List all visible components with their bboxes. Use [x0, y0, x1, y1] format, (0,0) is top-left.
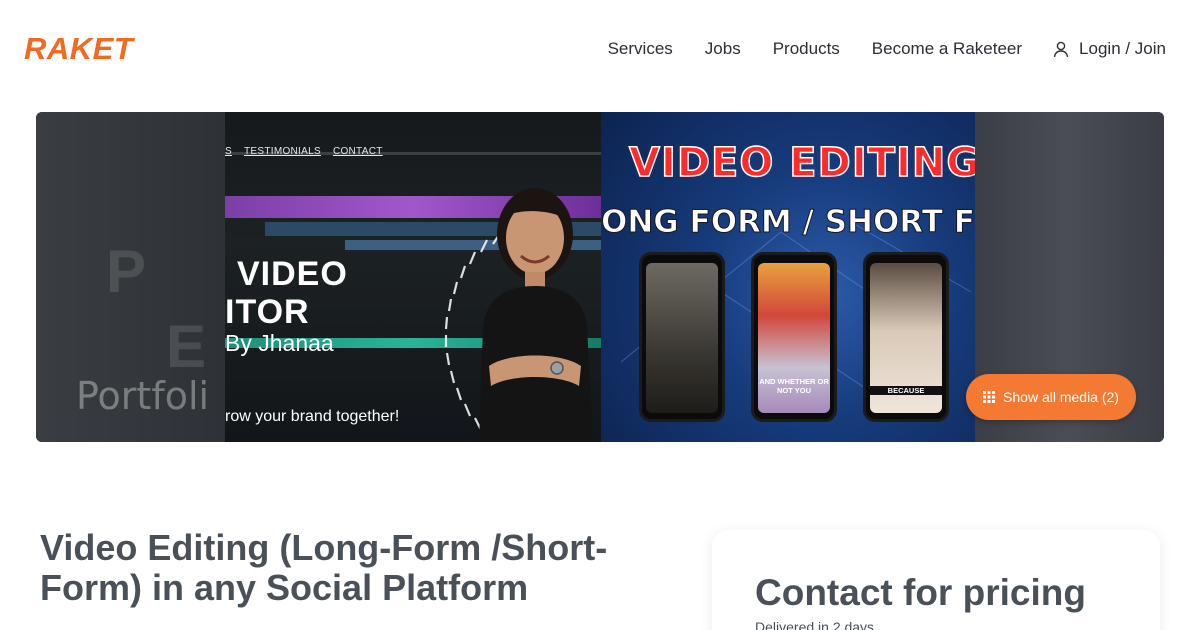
editor-photo — [479, 188, 593, 442]
faded-portfolio-text: Portfoli — [76, 374, 210, 418]
portfolio-nav-item: CONTACT — [332, 146, 383, 157]
logo-text: RAKET — [24, 31, 134, 66]
faded-letters-2: E — [166, 313, 207, 380]
raket-logo[interactable]: RAKET — [24, 33, 133, 65]
gallery-image-left[interactable]: P E Portfoli — [36, 112, 225, 442]
login-join-label: Login / Join — [1079, 39, 1166, 58]
grid-icon — [983, 391, 996, 403]
video-editing-title: VIDEO EDITING — [628, 139, 975, 187]
media-gallery[interactable]: P E Portfoli S TESTIMONIALS CONTACT VIDE… — [36, 112, 1164, 442]
phone-caption-2: AND WHETHER OR NOT YOU — [759, 377, 829, 395]
nav-jobs[interactable]: Jobs — [705, 38, 741, 60]
main-nav: Services Jobs Products Become a Raketeer… — [576, 38, 1166, 60]
nav-products[interactable]: Products — [773, 38, 840, 60]
login-join-link[interactable]: Login / Join — [1052, 39, 1166, 59]
portfolio-nav-item: S — [225, 146, 232, 157]
faded-letters: P — [106, 238, 147, 305]
portfolio-title-line2: ITOR — [225, 293, 310, 331]
nav-services[interactable]: Services — [608, 38, 673, 60]
phone-thumbnail-1 — [639, 252, 725, 422]
show-all-media-button[interactable]: Show all media (2) — [966, 374, 1136, 420]
phone-thumbnail-3: BECAUSE — [863, 252, 949, 422]
portfolio-byline: By Jhanaa — [225, 330, 334, 356]
portfolio-title: VIDEO ITOR — [225, 255, 348, 331]
pricing-card: Contact for pricing Delivered in 2 days — [712, 530, 1160, 630]
gallery-image-video-editing[interactable]: VIDEO EDITING ONG FORM / SHORT FO AND WH… — [601, 112, 975, 442]
gallery-image-portfolio[interactable]: S TESTIMONIALS CONTACT VIDEO ITOR By Jha… — [225, 112, 601, 442]
pricing-title: Contact for pricing — [755, 572, 1086, 613]
portfolio-top-nav: S TESTIMONIALS CONTACT — [225, 146, 383, 157]
portfolio-title-line1: VIDEO — [237, 255, 348, 293]
listing-title: Video Editing (Long-Form /Short-Form) in… — [40, 527, 608, 608]
video-editing-subtitle: ONG FORM / SHORT FO — [601, 204, 975, 241]
portfolio-tagline: row your brand together! — [225, 408, 400, 425]
nav-become-raketeer[interactable]: Become a Raketeer — [872, 38, 1022, 60]
site-header: RAKET Services Jobs Products Become a Ra… — [0, 0, 1200, 98]
phone-caption-3: BECAUSE — [870, 386, 942, 395]
delivery-time: Delivered in 2 days — [755, 619, 875, 630]
portfolio-nav-item: TESTIMONIALS — [243, 146, 321, 157]
user-icon — [1053, 41, 1069, 58]
phone-thumbnail-2: AND WHETHER OR NOT YOU — [751, 252, 837, 422]
show-all-media-label: Show all media (2) — [1003, 389, 1119, 405]
